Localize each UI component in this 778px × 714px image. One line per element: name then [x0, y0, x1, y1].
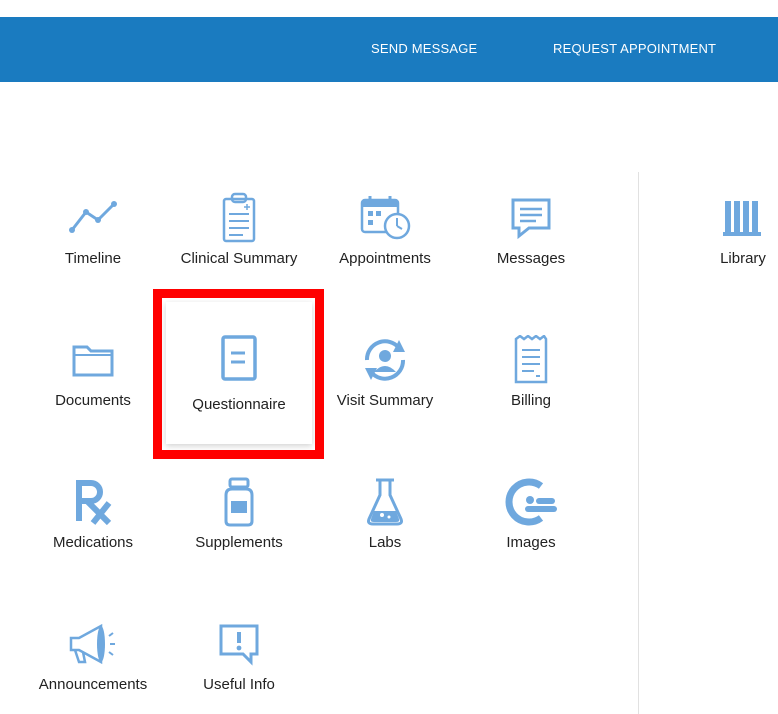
tile-label: Announcements: [38, 676, 148, 693]
tile-label: Useful Info: [203, 676, 275, 693]
folder-icon: [20, 334, 166, 386]
tile-timeline[interactable]: Timeline: [20, 172, 166, 314]
tile-clinical-summary[interactable]: Clinical Summary: [166, 172, 312, 314]
tile-supplements[interactable]: Supplements: [166, 456, 312, 598]
tile-visit-summary[interactable]: Visit Summary: [312, 314, 458, 456]
tile-images[interactable]: Images: [458, 456, 604, 598]
tile-label: Supplements: [195, 534, 283, 551]
document-icon: [166, 332, 312, 384]
clipboard-icon: [166, 192, 312, 244]
tile-label: Questionnaire: [192, 396, 286, 413]
tile-label: Documents: [55, 392, 131, 409]
tile-label: Labs: [368, 534, 402, 551]
flask-icon: [312, 476, 458, 528]
tile-useful-info[interactable]: Useful Info: [166, 598, 312, 714]
top-navigation-bar: SEND MESSAGE REQUEST APPOINTMENT: [0, 17, 778, 82]
tile-questionnaire[interactable]: Questionnaire: [166, 302, 312, 444]
bottle-icon: [166, 476, 312, 528]
rx-icon: [20, 476, 166, 528]
tile-medications[interactable]: Medications: [20, 456, 166, 598]
scan-icon: [458, 476, 604, 528]
tile-label: Medications: [52, 534, 134, 551]
tile-billing[interactable]: Billing: [458, 314, 604, 456]
library-icon: [670, 192, 778, 244]
tile-library[interactable]: Library: [670, 172, 778, 314]
section-divider: [638, 172, 639, 714]
receipt-icon: [458, 334, 604, 386]
tile-documents[interactable]: Documents: [20, 314, 166, 456]
tile-messages[interactable]: Messages: [458, 172, 604, 314]
calendar-clock-icon: [312, 192, 458, 244]
send-message-link[interactable]: SEND MESSAGE: [371, 41, 477, 56]
tile-label: Appointments: [339, 250, 431, 267]
megaphone-icon: [20, 618, 166, 670]
tile-labs[interactable]: Labs: [312, 456, 458, 598]
tile-label: Timeline: [64, 250, 122, 267]
user-refresh-icon: [312, 334, 458, 386]
tile-label: Billing: [510, 392, 552, 409]
tile-label: Images: [506, 534, 556, 551]
patient-portal-page: SEND MESSAGE REQUEST APPOINTMENT Timelin…: [0, 0, 778, 714]
tile-label: Messages: [496, 250, 566, 267]
request-appointment-link[interactable]: REQUEST APPOINTMENT: [553, 41, 716, 56]
tile-label: Clinical Summary: [180, 250, 298, 267]
timeline-icon: [20, 192, 166, 244]
message-icon: [458, 192, 604, 244]
tile-appointments[interactable]: Appointments: [312, 172, 458, 314]
tile-announcements[interactable]: Announcements: [20, 598, 166, 714]
tile-label: Visit Summary: [336, 392, 434, 409]
info-bubble-icon: [166, 618, 312, 670]
tile-label: Library: [720, 250, 766, 267]
